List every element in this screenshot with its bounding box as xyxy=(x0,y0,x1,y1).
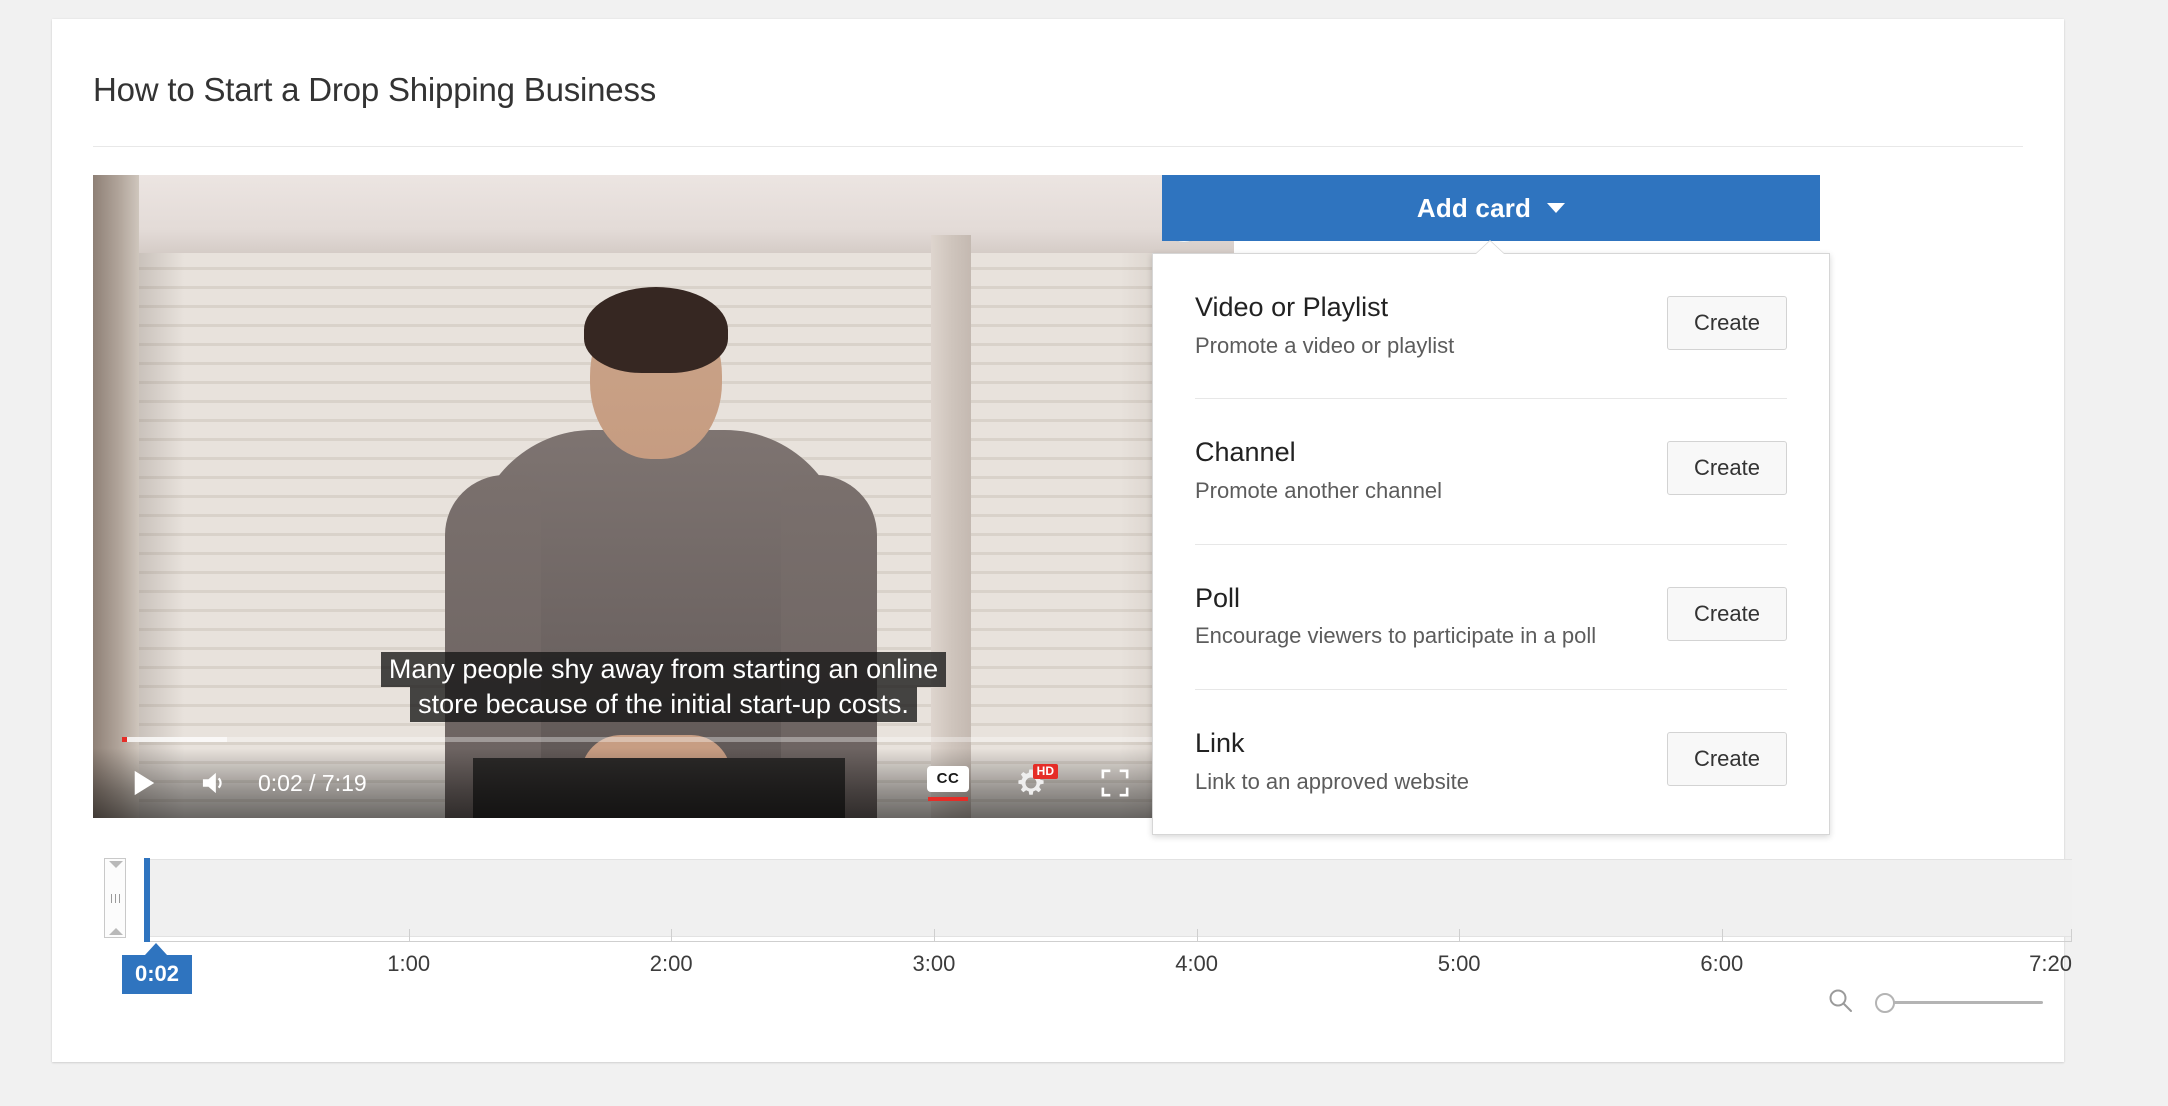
ruler-tick xyxy=(933,929,935,941)
ruler-label: 5:00 xyxy=(1437,951,1481,976)
menu-item-poll[interactable]: Poll Encourage viewers to participate in… xyxy=(1195,543,1787,689)
timeline-zoom-control[interactable] xyxy=(1827,987,2043,1018)
title-divider xyxy=(93,146,2023,147)
video-scene-wall-post xyxy=(931,235,971,818)
handle-grip-icon xyxy=(110,893,120,903)
ruler-label: 1:00 xyxy=(387,951,431,976)
zoom-slider-knob[interactable] xyxy=(1875,992,1895,1013)
video-scene-ceiling xyxy=(93,175,1234,253)
menu-item-link[interactable]: Link Link to an approved website Create xyxy=(1195,689,1787,834)
create-button-poll[interactable]: Create xyxy=(1666,586,1787,641)
playhead-drag-handle[interactable] xyxy=(104,858,126,938)
progress-track xyxy=(122,737,1216,742)
fullscreen-icon[interactable] xyxy=(1092,762,1138,804)
menu-item-description: Link to an approved website xyxy=(1195,768,1469,794)
ruler-tick xyxy=(1196,929,1198,941)
menu-item-text: Channel Promote another channel xyxy=(1195,435,1442,505)
menu-item-channel[interactable]: Channel Promote another channel Create xyxy=(1195,398,1787,543)
create-button-video-or-playlist[interactable]: Create xyxy=(1666,296,1787,350)
progress-played xyxy=(122,737,128,742)
ruler-tick xyxy=(1721,929,1723,941)
quality-badge: HD xyxy=(1032,764,1058,779)
add-card-label: Add card xyxy=(1416,192,1532,223)
play-icon[interactable] xyxy=(121,762,167,804)
progress-buffered xyxy=(122,737,228,742)
zoom-slider[interactable] xyxy=(1875,992,2043,1013)
ruler-end-label: 7:20 xyxy=(2029,951,2072,976)
cc-active-underline xyxy=(928,796,968,801)
menu-item-text: Link Link to an approved website xyxy=(1195,726,1469,796)
time-display: 0:02 / 7:19 xyxy=(258,769,367,796)
playhead-badge-pointer xyxy=(145,943,167,955)
menu-item-description: Encourage viewers to participate in a po… xyxy=(1195,623,1597,649)
volume-icon[interactable] xyxy=(191,762,237,804)
dropdown-pointer xyxy=(1476,241,1504,254)
cc-icon[interactable]: CC xyxy=(922,760,974,806)
ruler-label: 2:00 xyxy=(649,951,693,976)
menu-item-title: Video or Playlist xyxy=(1195,292,1389,322)
ruler-tick xyxy=(671,929,673,941)
create-button-link[interactable]: Create xyxy=(1666,732,1787,787)
playhead-time-badge: 0:02 xyxy=(122,955,193,994)
ruler-tick xyxy=(1459,929,1461,941)
playhead-line[interactable] xyxy=(144,858,150,942)
ruler-label: 6:00 xyxy=(1700,951,1744,976)
handle-triangle-bottom-icon xyxy=(109,928,123,935)
video-subject-hair xyxy=(584,287,728,373)
create-button-channel[interactable]: Create xyxy=(1666,441,1787,496)
ruler-label: 4:00 xyxy=(1175,951,1219,976)
menu-item-video-or-playlist[interactable]: Video or Playlist Promote a video or pla… xyxy=(1195,254,1787,398)
timeline-track[interactable] xyxy=(146,859,2072,937)
video-control-bar: 0:02 / 7:19 CC HD xyxy=(93,748,1234,818)
ruler-label: 3:00 xyxy=(912,951,956,976)
video-player[interactable]: i S Many people shy away from starting a… xyxy=(93,175,1234,818)
handle-triangle-top-icon xyxy=(109,861,123,868)
menu-item-title: Poll xyxy=(1195,582,1241,613)
add-card-menu: Video or Playlist Promote a video or pla… xyxy=(1152,253,1830,836)
magnifier-icon[interactable] xyxy=(1827,987,1853,1018)
chevron-down-icon xyxy=(1547,203,1566,213)
gear-icon[interactable]: HD xyxy=(1006,762,1058,804)
page-title: How to Start a Drop Shipping Business xyxy=(93,71,657,108)
menu-item-description: Promote another channel xyxy=(1195,478,1443,504)
add-card-button[interactable]: Add card xyxy=(1162,175,1820,241)
timeline-ruler: 1:00 2:00 3:00 4:00 5:00 6:00 7:20 xyxy=(146,929,2072,976)
menu-item-text: Video or Playlist Promote a video or pla… xyxy=(1195,290,1454,360)
zoom-slider-rail xyxy=(1881,1001,2043,1004)
menu-item-text: Poll Encourage viewers to participate in… xyxy=(1195,581,1596,651)
menu-item-title: Channel xyxy=(1195,437,1296,468)
editor-card: How to Start a Drop Shipping Business i … xyxy=(52,19,2072,1062)
video-scene-left-wall xyxy=(93,175,139,818)
menu-item-title: Link xyxy=(1195,728,1245,759)
cc-label: CC xyxy=(927,765,969,792)
menu-item-description: Promote a video or playlist xyxy=(1195,332,1455,358)
ruler-end-tick xyxy=(2071,929,2072,941)
card-timeline[interactable] xyxy=(104,858,2072,942)
video-progress-bar[interactable] xyxy=(122,737,1216,742)
ruler-tick xyxy=(408,929,410,941)
